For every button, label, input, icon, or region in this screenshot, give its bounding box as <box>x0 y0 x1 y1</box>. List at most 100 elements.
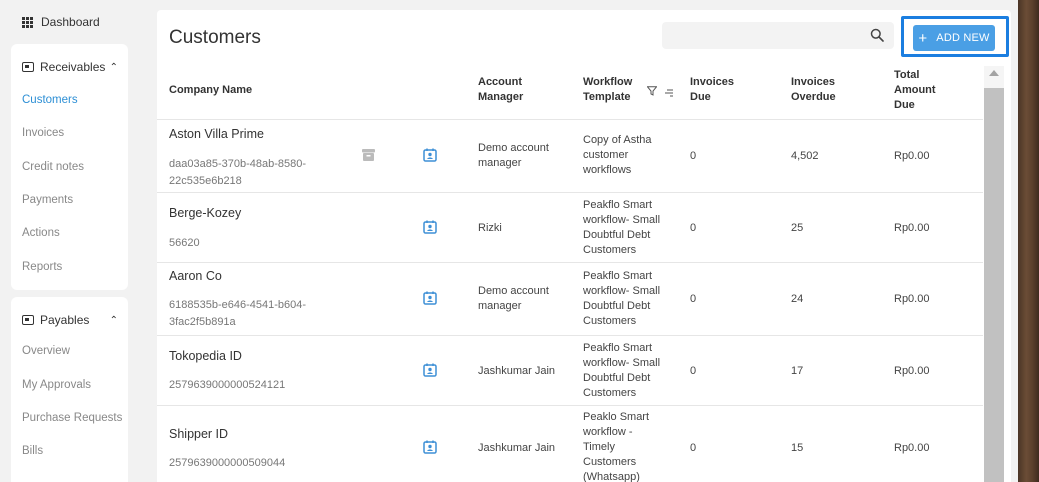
workflow-line: workflow- Small <box>583 357 661 369</box>
header-line: Invoices <box>690 76 735 88</box>
invoices-overdue: 4,502 <box>791 150 819 162</box>
payables-section-header[interactable]: Payables ⌃ <box>22 313 118 327</box>
invoices-due: 0 <box>690 365 697 377</box>
workflow-line: Peakflo Smart <box>583 199 653 211</box>
sidebar-item-my-approvals[interactable]: My Approvals <box>22 379 91 391</box>
chevron-up-icon[interactable]: ⌃ <box>110 62 118 73</box>
total-amount-due: Rp0.00 <box>894 442 930 454</box>
company-name[interactable]: Aston Villa Prime <box>169 127 264 142</box>
plus-icon: + <box>918 29 928 47</box>
workflow-line: Customers <box>583 244 637 256</box>
header-workflow-template[interactable]: Workflow Template <box>583 75 632 105</box>
workflow-template: Peakflo Smart workflow- Small Doubtful D… <box>583 341 660 401</box>
sidebar-item-invoices[interactable]: Invoices <box>22 127 64 139</box>
sidebar-item-actions[interactable]: Actions <box>22 227 60 239</box>
payables-panel: Payables ⌃ Overview My Approvals Purchas… <box>11 297 128 482</box>
customers-card: Customers + ADD NEW Company Name Account… <box>157 10 1011 482</box>
company-id: 6188535b-e646-4541-b604- 3fac2f5b891a <box>169 297 306 331</box>
section-title: Receivables <box>40 60 106 74</box>
desktop-background-edge <box>1018 0 1039 482</box>
archive-icon[interactable] <box>362 149 375 161</box>
workflow-line: Peakflo Smart <box>583 270 653 282</box>
header-invoices-overdue[interactable]: Invoices Overdue <box>791 75 836 105</box>
invoices-due: 0 <box>690 150 697 162</box>
contact-card-icon[interactable] <box>423 440 437 454</box>
sidebar-item-credit-notes[interactable]: Credit notes <box>22 161 84 173</box>
header-line: Due <box>690 91 711 103</box>
sidebar-item-overview[interactable]: Overview <box>22 345 70 357</box>
company-id: daa03a85-370b-48ab-8580- 22c535e6b218 <box>169 156 306 190</box>
sidebar-item-dashboard[interactable]: Dashboard <box>22 15 100 29</box>
header-line: Amount <box>894 84 936 96</box>
scrollbar-thumb[interactable] <box>984 88 1004 482</box>
manager-line: Demo account <box>478 285 549 297</box>
page-title: Customers <box>169 27 261 48</box>
header-line: Total <box>894 69 920 81</box>
sidebar-item-bills[interactable]: Bills <box>22 445 43 457</box>
header-total-amount-due[interactable]: Total Amount Due <box>894 68 936 113</box>
workflow-line: Peakflo Smart <box>583 342 653 354</box>
account-manager: Demo account manager <box>478 141 549 171</box>
table-row[interactable]: Berge-Kozey 56620 Rizki Peakflo Smart wo… <box>157 192 983 262</box>
workflow-line: Peaklo Smart <box>583 411 650 423</box>
company-id-line: 6188535b-e646-4541-b604- <box>169 299 307 311</box>
workflow-line: workflow - <box>583 426 633 438</box>
filter-icon[interactable] <box>647 86 657 96</box>
account-manager: Jashkumar Jain <box>478 442 556 454</box>
invoices-overdue: 25 <box>791 222 804 234</box>
company-name[interactable]: Shipper ID <box>169 427 228 442</box>
sidebar-item-reports[interactable]: Reports <box>22 261 62 273</box>
company-name[interactable]: Berge-Kozey <box>169 206 241 221</box>
table-row[interactable]: Aaron Co 6188535b-e646-4541-b604- 3fac2f… <box>157 262 983 335</box>
receivables-section-header[interactable]: Receivables ⌃ <box>22 60 118 74</box>
invoices-due: 0 <box>690 222 697 234</box>
header-line: Invoices <box>791 76 836 88</box>
contact-card-icon[interactable] <box>423 148 437 162</box>
workflow-line: customer <box>583 149 629 161</box>
workflow-line: Doubtful Debt <box>583 372 651 384</box>
workflow-template: Peakflo Smart workflow- Small Doubtful D… <box>583 269 660 329</box>
total-amount-due: Rp0.00 <box>894 293 930 305</box>
header-company-name[interactable]: Company Name <box>169 83 252 98</box>
company-id: 2579639000000524121 <box>169 379 286 391</box>
contact-card-icon[interactable] <box>423 220 437 234</box>
header-line: Due <box>894 99 915 111</box>
account-manager: Jashkumar Jain <box>478 365 556 377</box>
header-line: Workflow <box>583 76 633 88</box>
workflow-line: Doubtful Debt <box>583 229 651 241</box>
sort-icon[interactable] <box>664 87 674 97</box>
table-row[interactable]: Tokopedia ID 2579639000000524121 Jashkum… <box>157 335 983 405</box>
search-icon[interactable] <box>870 28 884 42</box>
account-manager: Demo account manager <box>478 284 549 314</box>
total-amount-due: Rp0.00 <box>894 222 930 234</box>
search-input[interactable] <box>662 22 894 49</box>
company-name[interactable]: Aaron Co <box>169 269 222 284</box>
manager-line: manager <box>478 157 522 169</box>
company-id: 56620 <box>169 237 200 249</box>
add-new-label: ADD NEW <box>936 32 990 44</box>
company-id: 2579639000000509044 <box>169 457 286 469</box>
contact-card-icon[interactable] <box>423 291 437 305</box>
table-row[interactable]: Shipper ID 2579639000000509044 Jashkumar… <box>157 405 983 482</box>
header-account-manager[interactable]: Account Manager <box>478 75 523 105</box>
workflow-line: workflow- Small <box>583 214 661 226</box>
receivables-panel: Receivables ⌃ Customers Invoices Credit … <box>11 44 128 290</box>
sidebar-item-payments[interactable]: Payments <box>22 194 73 206</box>
workflow-line: workflow- Small <box>583 285 661 297</box>
workflow-line: Timely <box>583 441 615 453</box>
manager-line: Demo account <box>478 142 549 154</box>
table-row[interactable]: Aston Villa Prime daa03a85-370b-48ab-858… <box>157 119 983 192</box>
scroll-up-arrow-icon[interactable] <box>989 70 999 76</box>
invoices-due: 0 <box>690 442 697 454</box>
contact-card-icon[interactable] <box>423 363 437 377</box>
sidebar-item-label: Dashboard <box>41 15 100 29</box>
header-invoices-due[interactable]: Invoices Due <box>690 75 734 105</box>
sidebar: Dashboard Receivables ⌃ Customers Invoic… <box>0 0 140 482</box>
total-amount-due: Rp0.00 <box>894 150 930 162</box>
company-name[interactable]: Tokopedia ID <box>169 349 242 364</box>
sidebar-item-purchase-requests[interactable]: Purchase Requests <box>22 412 122 424</box>
chevron-up-icon[interactable]: ⌃ <box>110 315 118 326</box>
sidebar-item-customers[interactable]: Customers <box>22 94 78 106</box>
add-new-button[interactable]: + ADD NEW <box>913 25 995 51</box>
workflow-line: Customers <box>583 315 637 327</box>
